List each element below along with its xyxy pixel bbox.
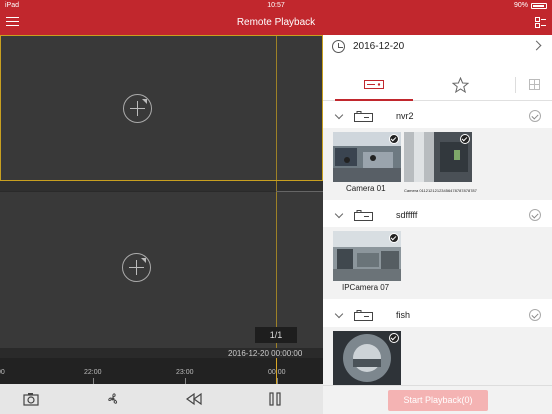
camera-selected-checkbox[interactable] bbox=[389, 333, 399, 343]
video-pane-1[interactable] bbox=[0, 35, 323, 181]
pane-divider bbox=[0, 181, 323, 191]
chevron-down-icon[interactable] bbox=[334, 309, 344, 319]
chevron-down-icon[interactable] bbox=[334, 209, 344, 219]
camera-name: Camera 01121212123456478787878787 bbox=[404, 188, 477, 193]
device-group-header[interactable]: nvr2 bbox=[323, 106, 552, 128]
timeline-label: 00 bbox=[0, 369, 5, 376]
camera-icon[interactable] bbox=[23, 392, 39, 406]
camera-tile[interactable] bbox=[333, 331, 401, 385]
tab-grid[interactable] bbox=[515, 77, 552, 93]
device-name: nvr2 bbox=[396, 111, 414, 121]
device-group: fish bbox=[323, 305, 552, 385]
select-all-checkbox[interactable] bbox=[529, 309, 541, 321]
video-player: 1/1 2016-12-20 00:00:00 bbox=[0, 35, 323, 384]
device-name: sdfffff bbox=[396, 210, 418, 220]
nvr-icon bbox=[354, 210, 373, 221]
device-group: nvr2 Camera 01 Camera 011212121234564787… bbox=[323, 106, 552, 200]
page-indicator: 1/1 bbox=[255, 327, 297, 343]
timeline-cursor[interactable] bbox=[276, 358, 277, 384]
status-time: 10:57 bbox=[267, 2, 285, 9]
camera-tile[interactable]: Camera 01 bbox=[333, 132, 401, 196]
nvr-icon bbox=[354, 111, 373, 122]
camera-list: Camera 01 Camera 01121212123456478787878… bbox=[323, 128, 552, 200]
channel-list-icon[interactable] bbox=[535, 17, 546, 28]
camera-tile[interactable]: Camera 01121212123456478787878787 bbox=[404, 132, 477, 196]
clock-icon bbox=[332, 40, 345, 53]
camera-selected-checkbox[interactable] bbox=[460, 134, 470, 144]
camera-selected-checkbox[interactable] bbox=[389, 233, 399, 243]
pause-icon[interactable] bbox=[267, 392, 283, 406]
battery-icon bbox=[531, 2, 547, 9]
video-pane-2[interactable] bbox=[0, 192, 323, 348]
camera-name: IPCamera 07 bbox=[342, 283, 390, 292]
tab-devices[interactable] bbox=[335, 68, 413, 101]
camera-selected-checkbox[interactable] bbox=[389, 134, 399, 144]
star-icon bbox=[452, 77, 469, 93]
device-group: sdfffff IPCamera 07 bbox=[323, 205, 552, 299]
select-all-checkbox[interactable] bbox=[529, 209, 541, 221]
timeline-bar[interactable]: 00 22:00 23:00 00:00 bbox=[0, 358, 323, 384]
select-all-checkbox[interactable] bbox=[529, 110, 541, 122]
page-title: Remote Playback bbox=[236, 17, 316, 28]
playback-timestamp: 2016-12-20 00:00:00 bbox=[228, 349, 303, 358]
panel-tabs bbox=[323, 68, 552, 101]
start-bar: Start Playback(0) bbox=[323, 385, 552, 414]
chevron-down-icon[interactable] bbox=[334, 110, 344, 120]
device-group-header[interactable]: fish bbox=[323, 305, 552, 327]
channel-panel: 2016-12-20 nvr2 Camera 01 Camera 0112121… bbox=[323, 35, 552, 414]
nav-bar: Remote Playback bbox=[0, 12, 552, 35]
chevron-right-icon[interactable] bbox=[531, 40, 542, 51]
dvr-icon bbox=[364, 80, 384, 89]
camera-tile[interactable]: IPCamera 07 bbox=[333, 231, 401, 295]
battery-percent: 90% bbox=[513, 2, 528, 9]
grid-icon bbox=[529, 79, 540, 90]
app-window: iPad 10:57 90% Remote Playback 1/1 2016-… bbox=[0, 0, 552, 414]
camera-list: IPCamera 07 bbox=[323, 227, 552, 299]
timeline-label: 23:00 bbox=[176, 369, 194, 376]
status-bar: iPad 10:57 90% bbox=[0, 0, 552, 12]
rewind-icon[interactable] bbox=[186, 392, 202, 406]
tab-favorites[interactable] bbox=[423, 68, 501, 101]
camera-name: Camera 01 bbox=[346, 184, 386, 193]
playback-toolbar bbox=[0, 384, 323, 414]
start-playback-button[interactable]: Start Playback(0) bbox=[388, 390, 488, 411]
device-group-header[interactable]: sdfffff bbox=[323, 205, 552, 227]
camera-list bbox=[323, 327, 552, 385]
fan-icon[interactable] bbox=[105, 392, 121, 406]
nvr-icon bbox=[354, 310, 373, 321]
date-selector[interactable]: 2016-12-20 bbox=[323, 35, 552, 60]
device-name: fish bbox=[396, 310, 411, 320]
pane-split-line-h bbox=[276, 191, 323, 192]
add-channel-button[interactable] bbox=[123, 94, 152, 123]
add-channel-button[interactable] bbox=[122, 253, 151, 282]
timeline-label: 22:00 bbox=[84, 369, 102, 376]
status-right: 90% bbox=[514, 2, 547, 9]
date-value: 2016-12-20 bbox=[353, 41, 405, 52]
